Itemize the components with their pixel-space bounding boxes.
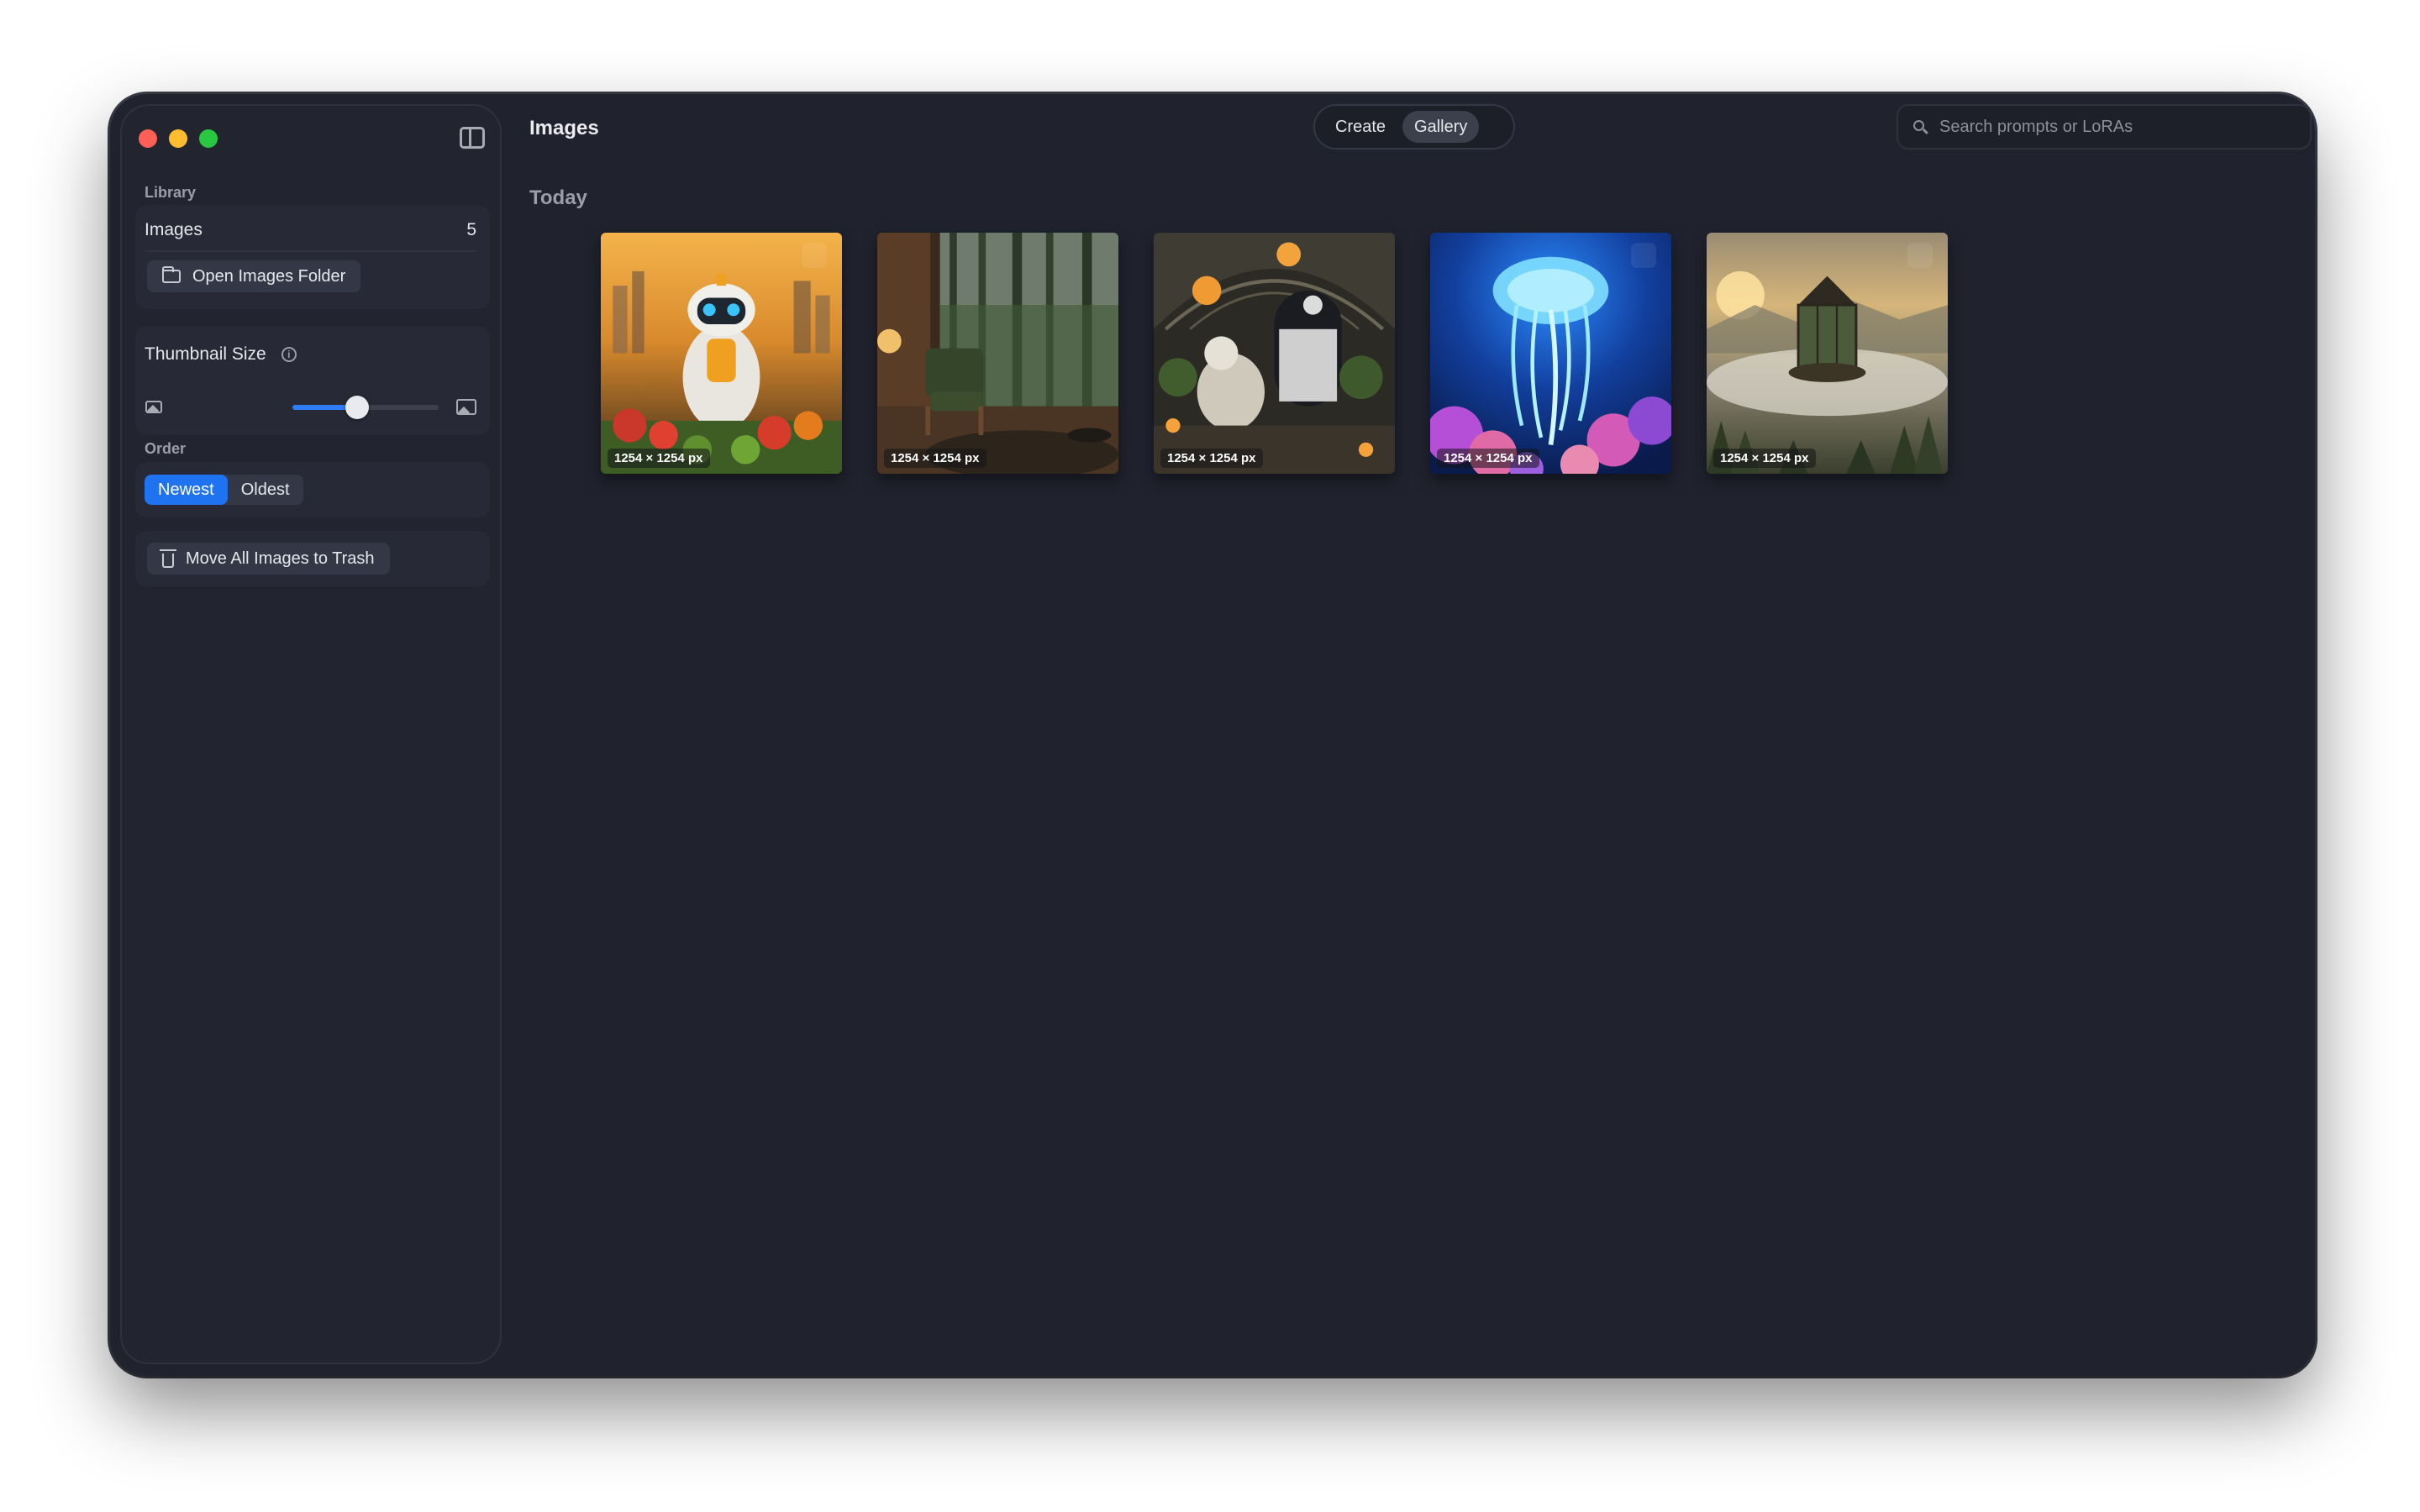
sidebar: Library Images 5 Open Images Folder Thum… [120,104,502,1364]
images-count: 5 [466,220,476,239]
gallery-thumbnail[interactable]: 1254 × 1254 px [1430,233,1671,474]
gallery-thumbnail[interactable]: 1254 × 1254 px [877,233,1118,474]
floating-greenhouse-image [1707,233,1948,474]
trash-label: Move All Images to Trash [186,549,375,568]
order-card: Newest Oldest [135,462,490,517]
search-box [1897,104,2312,150]
close-window-button[interactable] [139,129,157,148]
image-size-label: 1254 × 1254 px [884,449,986,468]
delete-image-button[interactable] [802,243,827,268]
glowing-jellyfish-image [1430,233,1671,474]
tab-create[interactable]: Create [1323,111,1397,143]
trash-card: Move All Images to Trash [135,531,490,586]
gallery-thumbnail[interactable]: 1254 × 1254 px [1707,233,1948,474]
image-size-label: 1254 × 1254 px [1160,449,1263,468]
small-image-icon [145,401,162,413]
window-controls [139,129,218,148]
image-size-label: 1254 × 1254 px [1713,449,1816,468]
search-input[interactable] [1938,116,2294,138]
mode-toggle: Create Gallery [1313,104,1515,150]
sidebar-item-images[interactable]: Images 5 [145,210,476,252]
minimize-window-button[interactable] [169,129,187,148]
library-section-label: Library [145,184,197,201]
order-section-label: Order [145,440,187,457]
thumbnail-size-card: Thumbnail Size i [135,326,490,435]
slider-thumb[interactable] [345,396,369,419]
zoom-window-button[interactable] [199,129,218,148]
gallery-grid: 1254 × 1254 px 1254 × 1254 px 1254 × 125… [601,233,1948,474]
thumbnail-size-label: Thumbnail Size [145,344,266,364]
astronaut-greenhouse-image [1154,233,1395,474]
thumbnail-size-title: Thumbnail Size i [145,344,297,365]
image-size-label: 1254 × 1254 px [1437,449,1539,468]
date-group-label: Today [529,186,587,209]
tab-gallery[interactable]: Gallery [1402,111,1480,143]
order-segmented-control: Newest Oldest [145,475,303,505]
gallery-thumbnail[interactable]: 1254 × 1254 px [601,233,842,474]
cozy-chair-image [877,233,1118,474]
delete-image-button[interactable] [1631,243,1656,268]
move-all-to-trash-button[interactable]: Move All Images to Trash [147,543,390,575]
open-images-folder-button[interactable]: Open Images Folder [147,260,361,292]
images-label: Images [145,220,203,239]
image-size-label: 1254 × 1254 px [608,449,710,468]
search-icon [1913,119,1928,134]
info-icon[interactable]: i [281,347,297,362]
gallery-thumbnail[interactable]: 1254 × 1254 px [1154,233,1395,474]
delete-image-button[interactable] [1907,243,1933,268]
sidebar-toggle-icon[interactable] [460,127,485,149]
thumbnail-size-slider[interactable] [292,396,439,419]
robot-gardener-image [601,233,842,474]
large-image-icon [456,399,476,415]
trash-icon [160,549,176,568]
order-oldest-option[interactable]: Oldest [228,475,303,505]
order-newest-option[interactable]: Newest [145,475,228,505]
folder-icon [161,266,181,283]
library-card: Images 5 Open Images Folder [135,205,490,309]
open-folder-label: Open Images Folder [192,266,346,286]
app-window: Library Images 5 Open Images Folder Thum… [110,94,2315,1376]
page-title: Images [529,117,599,139]
